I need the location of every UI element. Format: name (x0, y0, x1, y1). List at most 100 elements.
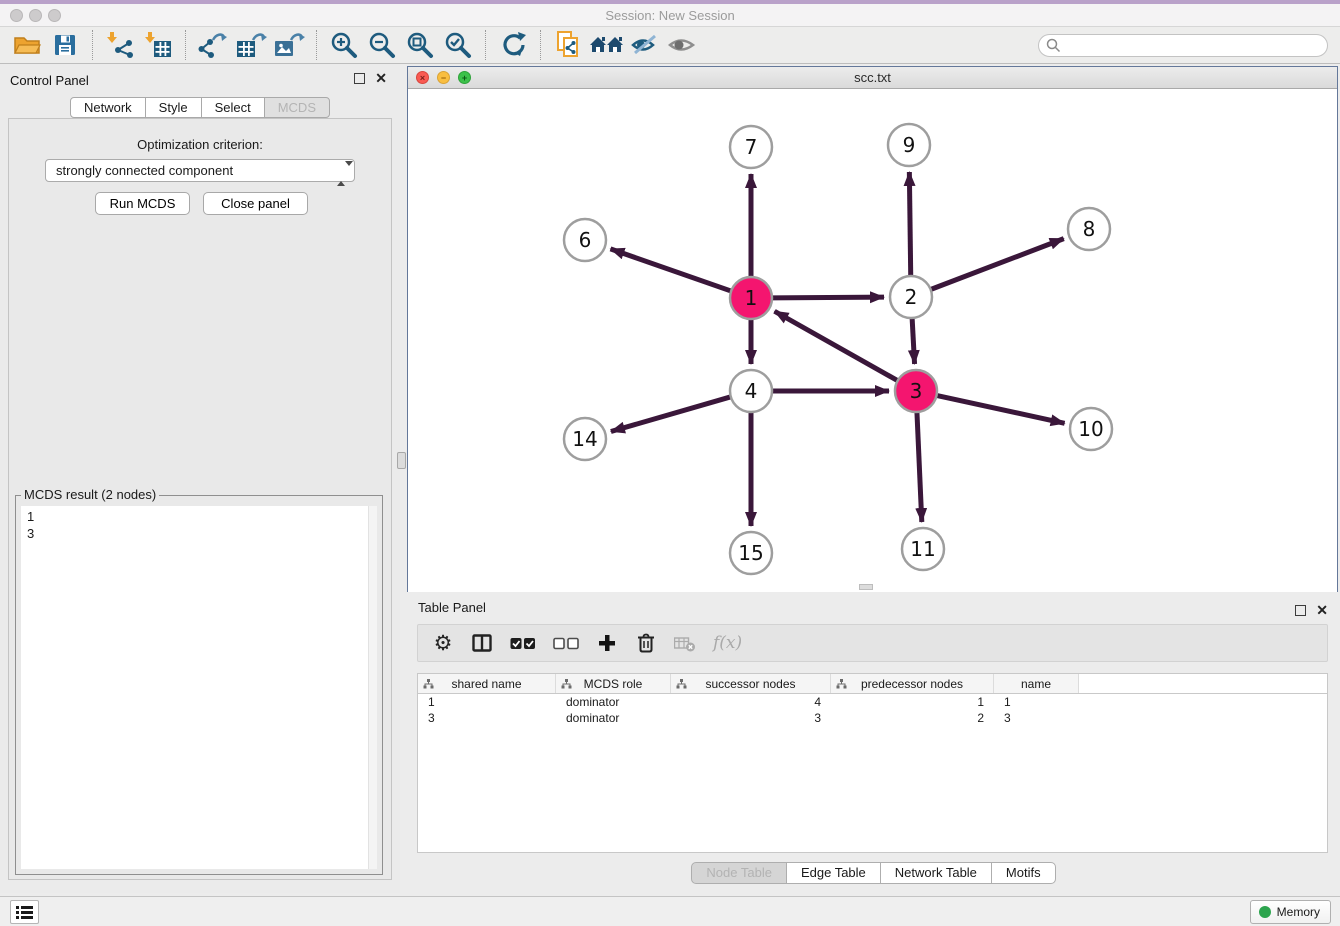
tab-style[interactable]: Style (145, 97, 202, 118)
panel-divider-grip[interactable] (397, 452, 406, 469)
edge-2-to-8[interactable] (931, 239, 1064, 290)
edge-4-to-14[interactable] (611, 397, 731, 432)
table-cell[interactable]: 3 (671, 710, 831, 726)
float-table-panel-icon[interactable] (1295, 605, 1306, 616)
toolbar-separator (185, 30, 186, 60)
toolbar-separator (316, 30, 317, 60)
edge-1-to-6[interactable] (610, 249, 731, 291)
network-canvas[interactable]: 7968124314101511 (408, 89, 1337, 592)
column-header-name[interactable]: name (994, 674, 1079, 693)
table-panel: Table Panel ✕ ⚙ f(x) (407, 593, 1340, 893)
table-toolbar: ⚙ f(x) (417, 624, 1328, 662)
edge-3-to-1[interactable] (775, 311, 898, 380)
home-overview-icon[interactable] (589, 30, 623, 60)
task-history-button[interactable] (10, 900, 39, 924)
memory-label: Memory (1277, 905, 1320, 919)
float-panel-icon[interactable] (354, 73, 365, 84)
edge-2-to-3[interactable] (912, 318, 914, 364)
table-cell[interactable]: 4 (671, 694, 831, 710)
tab-mcds[interactable]: MCDS (264, 97, 330, 118)
table-cell[interactable]: dominator (556, 694, 671, 710)
memory-status-dot-icon (1259, 906, 1271, 918)
tab-node-table[interactable]: Node Table (691, 862, 787, 884)
table-cell[interactable]: 1 (418, 694, 556, 710)
close-table-panel-icon[interactable]: ✕ (1316, 602, 1328, 619)
mcds-result-list[interactable]: 13 (21, 506, 368, 869)
close-panel-icon[interactable]: ✕ (375, 70, 387, 87)
result-scrollbar[interactable] (368, 506, 377, 869)
eye-icon[interactable] (665, 30, 699, 60)
table-panel-title: Table Panel (418, 600, 486, 615)
edge-1-to-2[interactable] (772, 297, 884, 298)
network-window-titlebar[interactable]: × − + scc.txt (408, 67, 1337, 89)
column-header-shared-name[interactable]: shared name (418, 674, 556, 693)
mcds-result-box: MCDS result (2 nodes) 13 (15, 495, 383, 875)
column-header-successor-nodes[interactable]: successor nodes (671, 674, 831, 693)
add-column-icon[interactable] (596, 631, 618, 655)
graph-svg: 7968124314101511 (408, 89, 1337, 592)
edge-3-to-11[interactable] (917, 412, 922, 522)
table-cell[interactable]: 1 (994, 694, 1079, 710)
save-session-icon[interactable] (48, 30, 82, 60)
table-tabs: Node TableEdge TableNetwork TableMotifs (407, 862, 1340, 884)
table-row[interactable]: 1dominator411 (418, 694, 1327, 710)
edge-2-to-9[interactable] (909, 172, 910, 276)
table-row[interactable]: 3dominator323 (418, 710, 1327, 726)
zoom-selected-icon[interactable] (441, 30, 475, 60)
column-header-mcds-role[interactable]: MCDS role (556, 674, 671, 693)
column-header-predecessor-nodes[interactable]: predecessor nodes (831, 674, 994, 693)
delete-column-icon[interactable] (635, 631, 657, 655)
canvas-scrollbar-stub[interactable] (859, 584, 873, 590)
import-table-icon[interactable] (141, 30, 175, 60)
tab-network[interactable]: Network (70, 97, 146, 118)
search-input[interactable] (1038, 34, 1328, 57)
control-panel-tabs: NetworkStyleSelectMCDS (0, 97, 400, 118)
function-builder-icon[interactable]: f(x) (713, 631, 742, 655)
run-mcds-button[interactable]: Run MCDS (95, 192, 190, 215)
window-title: Session: New Session (0, 8, 1340, 23)
duplicate-network-icon[interactable] (551, 30, 585, 60)
zoom-in-icon[interactable] (327, 30, 361, 60)
zoom-out-icon[interactable] (365, 30, 399, 60)
control-panel: Control Panel ✕ NetworkStyleSelectMCDS O… (0, 64, 400, 893)
tab-edge-table[interactable]: Edge Table (786, 862, 881, 884)
export-network-icon[interactable] (196, 30, 230, 60)
list-icon (16, 905, 33, 919)
edge-3-to-10[interactable] (937, 395, 1065, 423)
table-cell[interactable]: 3 (994, 710, 1079, 726)
deselect-all-icon[interactable] (553, 631, 579, 655)
import-network-icon[interactable] (103, 30, 137, 60)
table-cell[interactable]: 2 (831, 710, 994, 726)
optimization-criterion-label: Optimization criterion: (9, 137, 391, 152)
tab-select[interactable]: Select (201, 97, 265, 118)
columns-icon[interactable] (471, 631, 493, 655)
select-all-icon[interactable] (510, 631, 536, 655)
export-image-icon[interactable] (272, 30, 306, 60)
export-table-icon[interactable] (234, 30, 268, 60)
table-body: 1dominator4113dominator323 (418, 694, 1327, 726)
mcds-result-title: MCDS result (2 nodes) (21, 487, 159, 502)
memory-button[interactable]: Memory (1250, 900, 1331, 924)
tab-motifs[interactable]: Motifs (991, 862, 1056, 884)
refresh-layout-icon[interactable] (496, 30, 530, 60)
table-cell[interactable]: 3 (418, 710, 556, 726)
graph-node-label: 1 (745, 286, 758, 310)
tab-network-table[interactable]: Network Table (880, 862, 992, 884)
table-cell[interactable]: 1 (831, 694, 994, 710)
graph-node-label: 10 (1078, 417, 1103, 441)
settings-gear-icon[interactable]: ⚙ (432, 631, 454, 655)
criterion-select[interactable]: strongly connected component (45, 159, 355, 182)
table-cell[interactable]: dominator (556, 710, 671, 726)
open-file-icon[interactable] (10, 30, 44, 60)
hide-details-icon[interactable] (627, 30, 661, 60)
close-panel-button[interactable]: Close panel (203, 192, 308, 215)
network-view-window: × − + scc.txt 7968124314101511 (407, 66, 1338, 592)
select-stepper-icon (337, 163, 346, 179)
delete-table-icon[interactable] (674, 631, 696, 655)
status-bar: Memory (0, 896, 1340, 926)
search-icon (1046, 38, 1061, 53)
zoom-fit-icon[interactable] (403, 30, 437, 60)
main-toolbar (0, 27, 1340, 64)
result-line: 1 (27, 508, 362, 525)
node-table[interactable]: shared nameMCDS rolesuccessor nodesprede… (417, 673, 1328, 853)
